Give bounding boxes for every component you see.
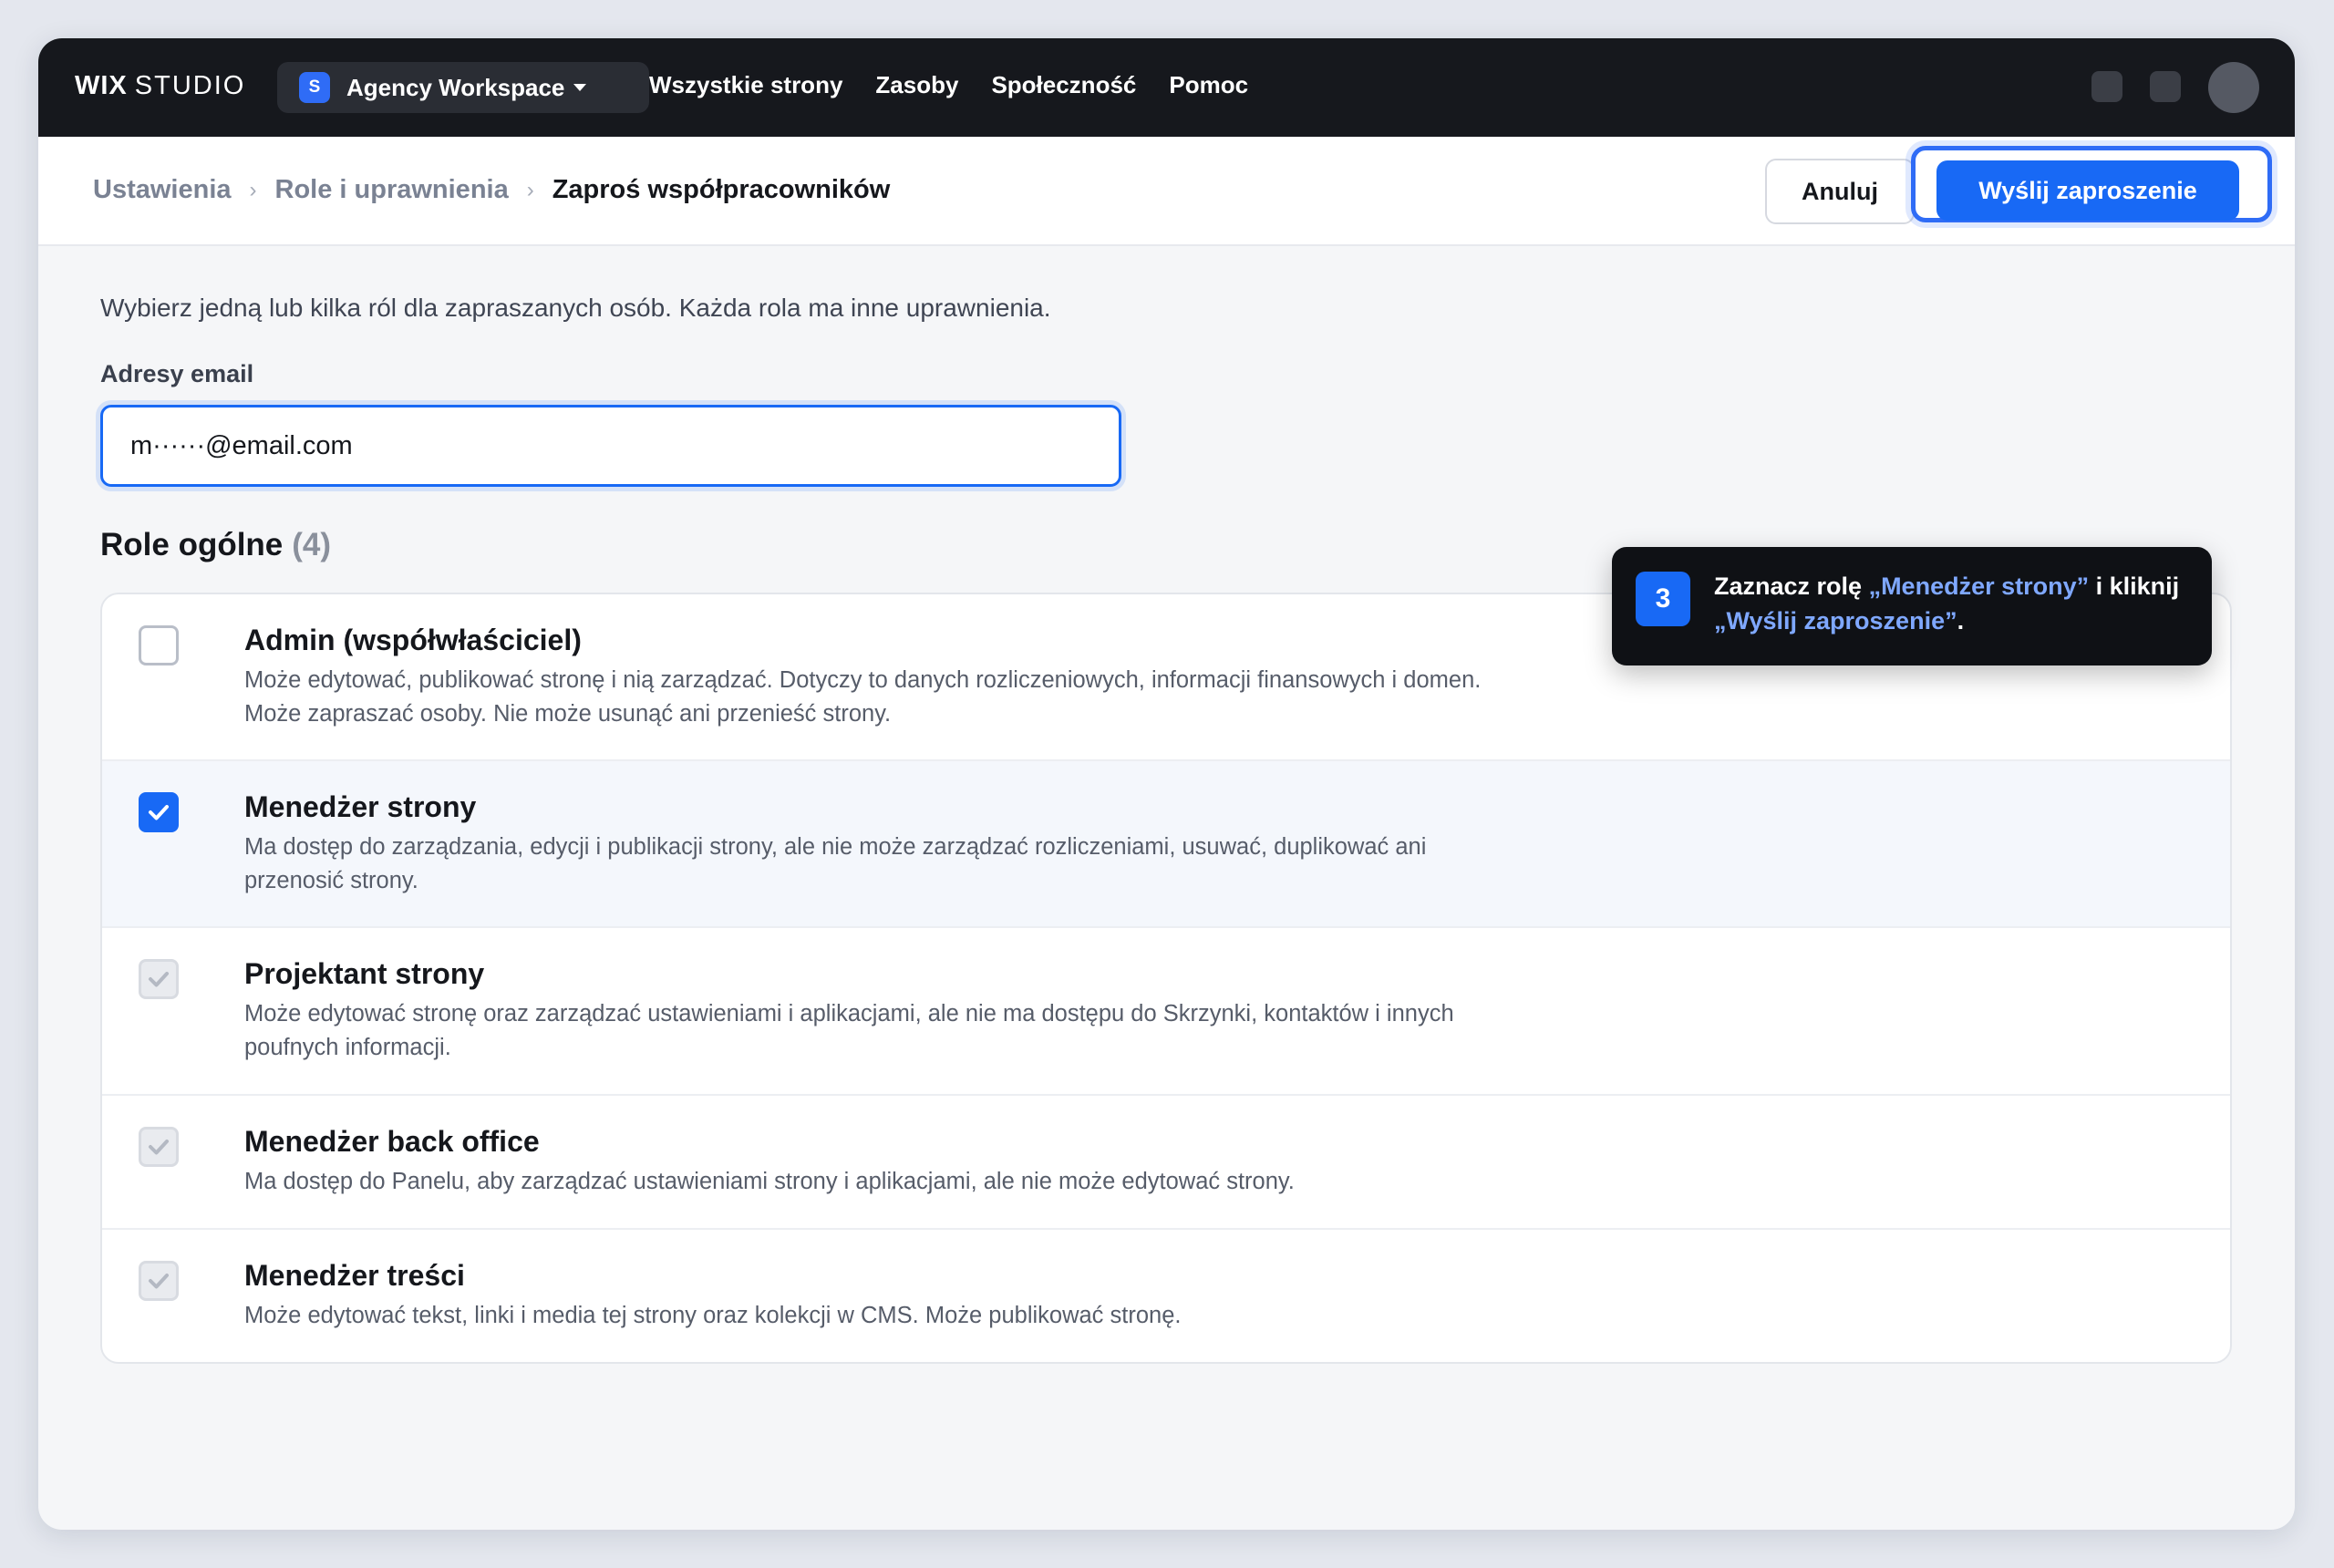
role-desc-line: przenosić strony. (244, 868, 418, 893)
workspace-name: Agency Workspace (346, 73, 565, 101)
nav-resources[interactable]: Zasoby (875, 71, 958, 99)
role-title: Projektant strony (244, 957, 485, 990)
page-header: Ustawienia › Role i uprawnienia › Zaproś… (38, 137, 2295, 246)
app-window: WIX STUDIO S Agency Workspace Wszystkie s… (38, 38, 2295, 1530)
section-title: Role ogólne (4) (100, 527, 331, 563)
apps-icon[interactable] (2150, 71, 2181, 102)
role-description: Może edytować, publikować stronę i nią z… (244, 664, 1630, 731)
checkbox-site-manager[interactable] (139, 792, 179, 832)
role-desc-line: Ma dostęp do zarządzania, edycji i publi… (244, 834, 1427, 860)
check-icon (149, 972, 169, 987)
check-icon (149, 1140, 169, 1155)
role-title: Menedżer strony (244, 790, 477, 823)
role-title: Admin (współwłaściciel) (244, 624, 582, 656)
check-icon (149, 805, 169, 820)
role-desc-line: Może zapraszać osoby. Nie może usunąć an… (244, 701, 892, 727)
tooltip-text-part: . (1957, 607, 1965, 634)
avatar[interactable] (2208, 62, 2259, 113)
role-description: Ma dostęp do Panelu, aby zarządzać ustaw… (244, 1165, 1630, 1199)
intro-text: Wybierz jedną lub kilka ról dla zaprasza… (100, 294, 1051, 322)
role-desc-line: Może edytować, publikować stronę i nią z… (244, 667, 1482, 693)
tooltip-text-part: i kliknij (2089, 573, 2180, 600)
nav-community[interactable]: Społeczność (991, 71, 1136, 99)
role-desc-line: Może edytować stronę oraz zarządzać usta… (244, 1001, 1454, 1026)
guide-tooltip: 3 Zaznacz rolę „Menedżer strony” i klikn… (1612, 547, 2212, 665)
breadcrumb-separator-icon: › (526, 177, 534, 202)
logo-bold: WIX (75, 71, 128, 100)
role-row-content-manager[interactable]: Menedżer treści Może edytować tekst, lin… (102, 1230, 2230, 1362)
nav-all-sites[interactable]: Wszystkie strony (649, 71, 842, 99)
role-description: Może edytować tekst, linki i media tej s… (244, 1299, 1630, 1333)
email-input[interactable] (100, 405, 1121, 487)
top-bar: WIX STUDIO S Agency Workspace Wszystkie s… (38, 38, 2295, 137)
roles-list: Admin (współwłaściciel) Może edytować, p… (100, 593, 2232, 1364)
checkbox-content-manager[interactable] (139, 1261, 179, 1301)
breadcrumb-settings[interactable]: Ustawienia (93, 175, 232, 205)
role-title: Menedżer back office (244, 1125, 540, 1158)
chevron-down-icon (573, 84, 587, 91)
workspace-switcher[interactable]: S Agency Workspace (277, 62, 649, 113)
checkbox-admin[interactable] (139, 625, 179, 665)
breadcrumb: Ustawienia › Role i uprawnienia › Zaproś… (93, 175, 890, 205)
check-icon (149, 1274, 169, 1289)
cancel-button[interactable]: Anuluj (1765, 159, 1915, 224)
role-description: Może edytować stronę oraz zarządzać usta… (244, 997, 1630, 1065)
role-row-site-designer[interactable]: Projektant strony Może edytować stronę o… (102, 928, 2230, 1096)
send-invite-button[interactable]: Wyślij zaproszenie (1936, 160, 2239, 221)
tooltip-highlight-role: „Menedżer strony” (1868, 573, 2090, 600)
section-count: (4) (292, 527, 332, 562)
step-number-badge: 3 (1636, 572, 1690, 626)
section-title-text: Role ogólne (100, 527, 284, 562)
breadcrumb-roles[interactable]: Role i uprawnienia (275, 175, 509, 205)
tooltip-highlight-button: „Wyślij zaproszenie” (1714, 607, 1957, 634)
nav-help[interactable]: Pomoc (1169, 71, 1248, 99)
notifications-icon[interactable] (2091, 71, 2122, 102)
role-row-back-office-manager[interactable]: Menedżer back office Ma dostęp do Panelu… (102, 1096, 2230, 1230)
role-description: Ma dostęp do zarządzania, edycji i publi… (244, 830, 1630, 898)
tooltip-text: Zaznacz rolę „Menedżer strony” i kliknij… (1714, 569, 2188, 638)
role-row-site-manager[interactable]: Menedżer strony Ma dostęp do zarządzania… (102, 761, 2230, 928)
checkbox-site-designer[interactable] (139, 959, 179, 999)
breadcrumb-separator-icon: › (249, 177, 257, 202)
logo-light: STUDIO (134, 71, 246, 100)
role-desc-line: poufnych informacji. (244, 1035, 451, 1060)
tooltip-text-part: Zaznacz rolę (1714, 573, 1869, 600)
checkbox-back-office-manager[interactable] (139, 1127, 179, 1167)
email-label: Adresy email (100, 360, 254, 387)
role-desc-line: Może edytować tekst, linki i media tej s… (244, 1303, 1182, 1328)
breadcrumb-current: Zaproś współpracowników (552, 175, 891, 204)
role-title: Menedżer treści (244, 1259, 465, 1292)
main-nav: Wszystkie strony Zasoby Społeczność Pomo… (649, 71, 1248, 99)
wix-studio-logo[interactable]: WIX STUDIO (75, 71, 245, 101)
role-desc-line: Ma dostęp do Panelu, aby zarządzać ustaw… (244, 1169, 1295, 1194)
workspace-badge: S (299, 72, 330, 103)
